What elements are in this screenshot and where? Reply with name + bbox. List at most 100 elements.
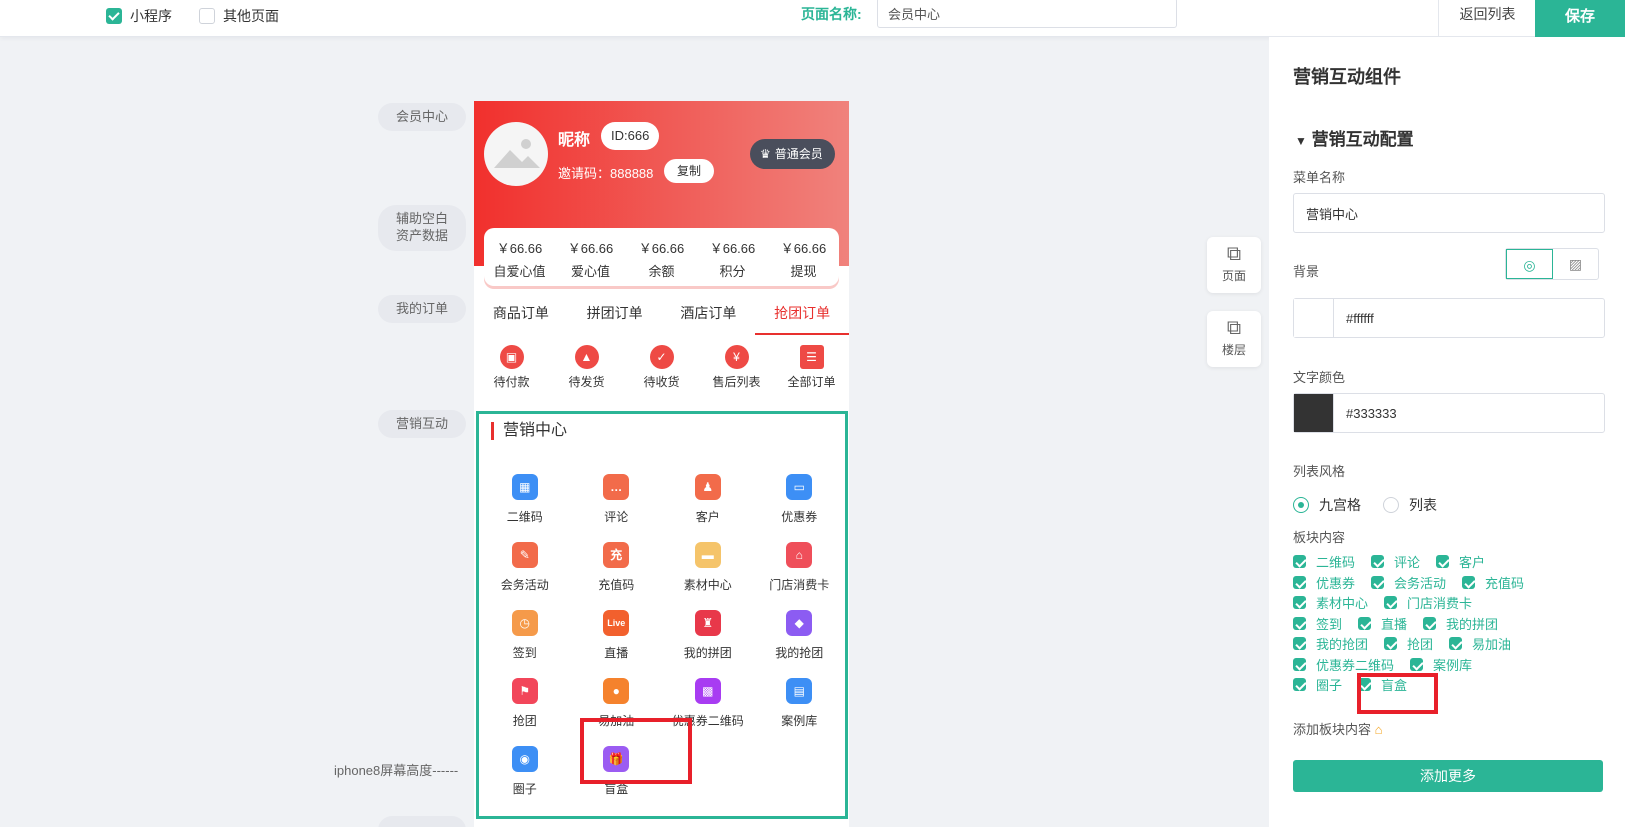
member-level-badge[interactable]: ♛ 普通会员 <box>750 139 835 169</box>
marketing-item[interactable]: Live 直播 <box>571 608 663 676</box>
checkbox-row: 素材中心 门店消费卡 <box>1293 593 1488 612</box>
marketing-item[interactable]: … 评论 <box>571 472 663 540</box>
block-checkbox[interactable]: 评论 <box>1371 552 1420 571</box>
radio-grid[interactable] <box>1293 497 1309 513</box>
tag-next[interactable] <box>378 816 466 827</box>
event-icon: ✎ <box>511 542 538 568</box>
block-checkbox[interactable]: 优惠券二维码 <box>1293 655 1394 674</box>
marketing-item[interactable]: ◉ 圈子 <box>479 744 571 812</box>
block-checkbox[interactable]: 会务活动 <box>1371 573 1446 592</box>
background-color-field[interactable]: #ffffff <box>1293 298 1605 338</box>
order-pending-receipt[interactable]: ✓ 待收货 <box>624 345 699 390</box>
tag-aux-asset[interactable]: 辅助空白 资产数据 <box>378 205 466 251</box>
marketing-item-label: 评论 <box>604 510 629 524</box>
marketing-item[interactable]: ◆ 我的抢团 <box>754 608 846 676</box>
background-label: 背景 <box>1293 264 1320 279</box>
page-name-input[interactable]: 会员中心 <box>877 0 1177 28</box>
calendar-icon: ✓ <box>649 345 674 369</box>
tab-grab-orders[interactable]: 抢团订单 <box>755 291 849 335</box>
palette-icon[interactable]: ◎ <box>1506 249 1553 279</box>
image-icon[interactable]: ▨ <box>1553 249 1598 279</box>
save-button[interactable]: 保存 <box>1535 0 1625 37</box>
marketing-item[interactable]: ▤ 案例库 <box>754 676 846 744</box>
marketing-title: 营销中心 <box>491 422 567 440</box>
marketing-item[interactable]: ▦ 二维码 <box>479 472 571 540</box>
block-checkbox[interactable]: 客户 <box>1436 552 1485 571</box>
block-checkbox[interactable]: 充值码 <box>1462 573 1524 592</box>
block-checkbox[interactable]: 圈子 <box>1293 675 1342 694</box>
block-checkbox[interactable]: 门店消费卡 <box>1384 593 1472 612</box>
marketing-item[interactable]: ▭ 优惠券 <box>754 472 846 540</box>
marketing-item[interactable]: ♜ 我的拼团 <box>662 608 754 676</box>
page-name-label: 页面名称: <box>801 6 862 22</box>
section-header[interactable]: ▼ 营销互动配置 <box>1295 125 1414 150</box>
copy-button[interactable]: 复制 <box>664 159 714 183</box>
customer-icon: ♟ <box>694 474 721 500</box>
block-checkbox-label: 素材中心 <box>1316 596 1369 611</box>
text-color-field[interactable]: #333333 <box>1293 393 1605 433</box>
tag-member-center[interactable]: 会员中心 <box>378 103 466 131</box>
check-icon <box>106 8 122 24</box>
member-level-label: 普通会员 <box>774 147 823 161</box>
stat-item[interactable]: ￥66.66 余额 <box>626 228 697 286</box>
check-icon <box>1293 616 1306 630</box>
block-checkbox[interactable]: 我的抢团 <box>1293 634 1368 653</box>
block-checkbox[interactable]: 二维码 <box>1293 552 1355 571</box>
tag-marketing[interactable]: 营销互动 <box>378 410 466 438</box>
stat-item[interactable]: ￥66.66 自爱心值 <box>484 228 555 286</box>
checkbox-row: 我的抢团 抢团 易加油 <box>1293 634 1527 653</box>
marketing-item-label: 门店消费卡 <box>769 578 830 592</box>
marketing-item[interactable]: ✎ 会务活动 <box>479 540 571 608</box>
marketing-item[interactable]: 充充值码 <box>571 540 663 608</box>
page-button[interactable]: ⧉ 页面 <box>1207 237 1261 293</box>
marketing-item[interactable]: ⌂ 门店消费卡 <box>754 540 846 608</box>
other-pages-checkbox[interactable]: 其他页面 <box>199 6 279 26</box>
miniprogram-checkbox[interactable]: 小程序 <box>106 6 172 26</box>
block-checkbox[interactable]: 素材中心 <box>1293 593 1368 612</box>
tab-goods-orders[interactable]: 商品订单 <box>474 291 568 335</box>
text-color-swatch[interactable] <box>1294 394 1334 432</box>
tab-group-orders[interactable]: 拼团订单 <box>568 291 662 335</box>
block-checkbox-label: 易加油 <box>1472 637 1512 652</box>
checkbox-row: 二维码 评论 客户 <box>1293 552 1501 571</box>
order-pending-shipment[interactable]: ▲ 待发货 <box>549 345 624 390</box>
block-checkbox-label: 优惠券 <box>1316 575 1356 591</box>
block-checkbox[interactable]: 案例库 <box>1410 655 1472 674</box>
box-icon: ▲ <box>574 345 599 369</box>
marketing-item-label: 我的拼团 <box>683 646 732 660</box>
tag-my-orders[interactable]: 我的订单 <box>378 295 466 323</box>
block-checkbox[interactable]: 签到 <box>1293 614 1342 633</box>
check-icon <box>1384 637 1398 650</box>
marketing-item[interactable]: ▬ 素材中心 <box>662 540 754 608</box>
floor-button[interactable]: ⧉ 楼层 <box>1207 311 1261 367</box>
marketing-item[interactable]: ⚑ 抢团 <box>479 676 571 744</box>
background-color-swatch[interactable] <box>1294 299 1334 337</box>
order-all[interactable]: ☰ 全部订单 <box>774 345 849 390</box>
block-checkbox[interactable]: 易加油 <box>1449 634 1511 653</box>
marketing-item[interactable]: ♟ 客户 <box>662 472 754 540</box>
highlight-box <box>1357 673 1438 714</box>
order-pending-payment[interactable]: ▣ 待付款 <box>474 345 549 390</box>
stat-label: 余额 <box>648 264 675 279</box>
block-checkbox[interactable]: 抢团 <box>1384 634 1433 653</box>
stat-item[interactable]: ￥66.66 爱心值 <box>555 228 626 286</box>
stat-value: ￥66.66 <box>780 241 827 256</box>
block-checkbox[interactable]: 优惠券 <box>1293 573 1355 592</box>
block-checkbox-label: 圈子 <box>1316 678 1343 693</box>
radio-list[interactable] <box>1383 497 1399 513</box>
tab-hotel-orders[interactable]: 酒店订单 <box>662 291 756 335</box>
order-after-sales[interactable]: ¥ 售后列表 <box>699 345 774 390</box>
marketing-item-label: 素材中心 <box>683 578 732 592</box>
block-checkbox[interactable]: 我的拼团 <box>1423 614 1498 633</box>
user-id: ID:666 <box>601 122 660 150</box>
floor-button-label: 楼层 <box>1221 343 1246 357</box>
marketing-item[interactable]: ◷ 签到 <box>479 608 571 676</box>
block-checkbox[interactable]: 直播 <box>1358 614 1407 633</box>
hint-icon: ⌂ <box>1374 722 1383 737</box>
menu-name-input[interactable]: 营销中心 <box>1293 193 1605 233</box>
add-more-button[interactable]: 添加更多 <box>1293 760 1603 792</box>
stat-item[interactable]: ￥66.66 积分 <box>697 228 768 286</box>
stat-item[interactable]: ￥66.66 提现 <box>768 228 839 286</box>
back-to-list-button[interactable]: 返回列表 <box>1438 0 1536 37</box>
order-status-label: 全部订单 <box>787 375 836 389</box>
